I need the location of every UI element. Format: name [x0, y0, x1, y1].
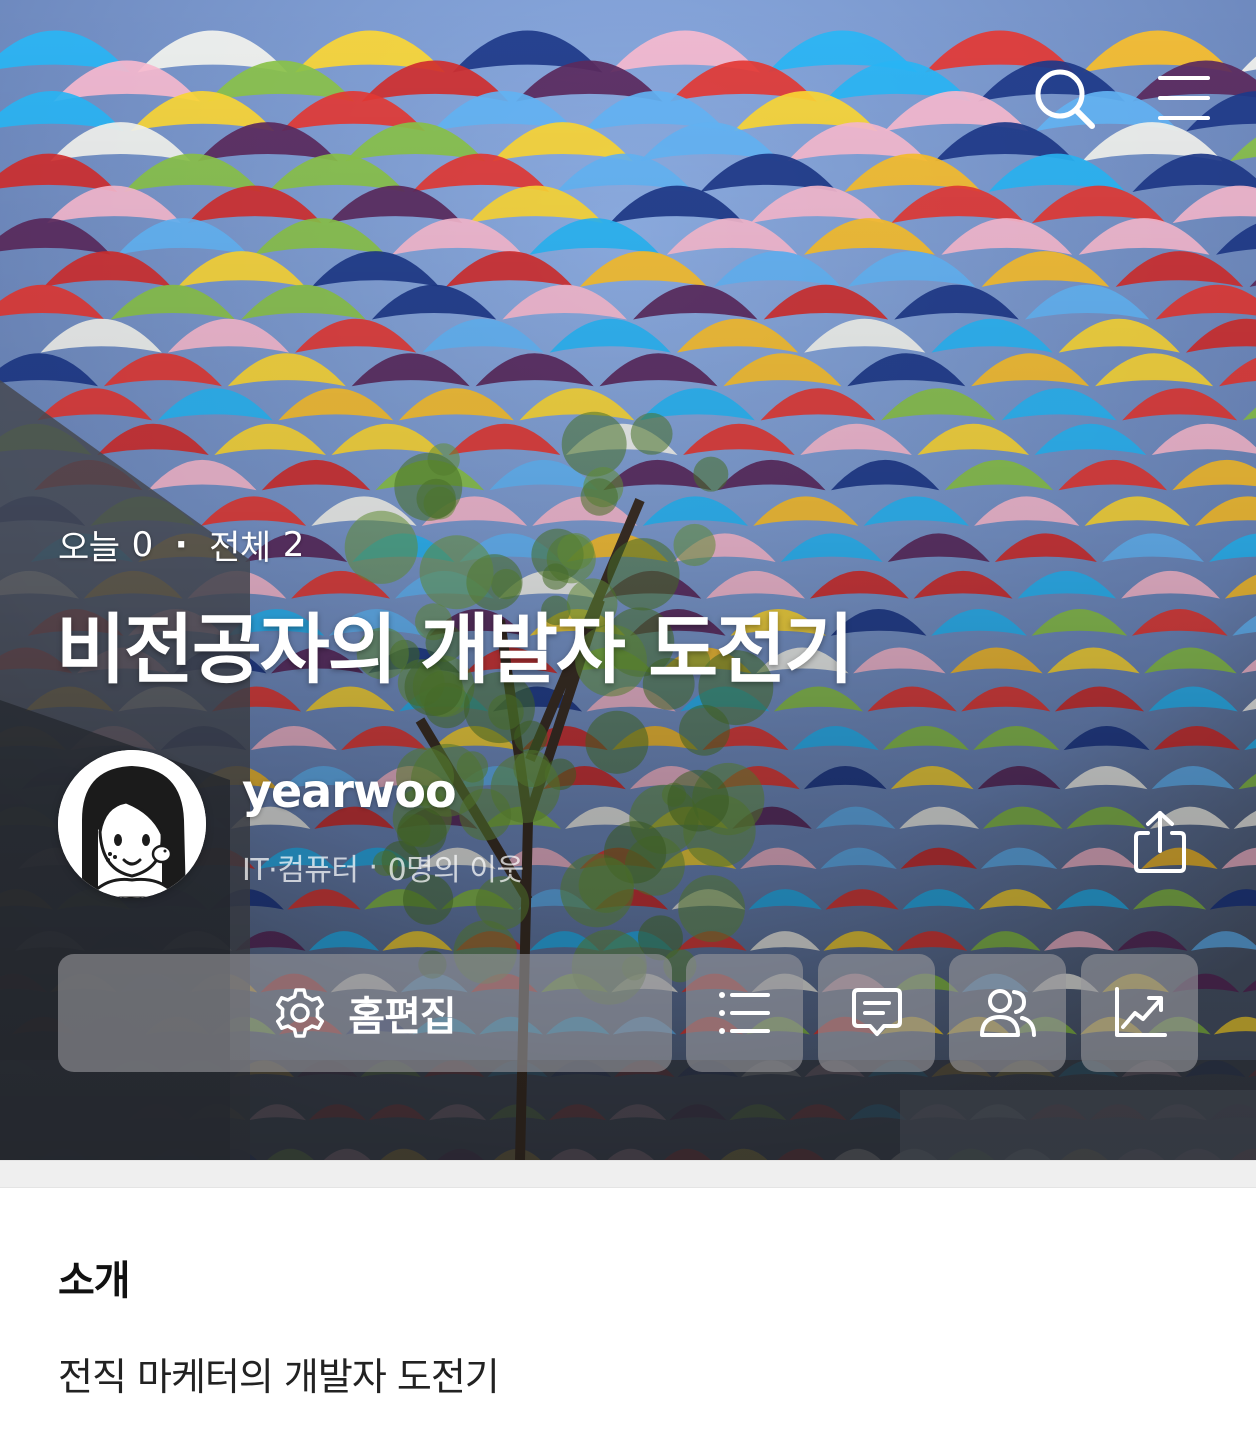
- neighbors-button[interactable]: [949, 954, 1066, 1072]
- gear-icon: [276, 988, 325, 1038]
- blog-title[interactable]: 비전공자의 개발자 도전기: [56, 588, 854, 698]
- visitor-stats: 오늘 0 · 전체 2: [58, 520, 304, 569]
- avatar-illustration: [58, 750, 206, 898]
- section-divider: [0, 1160, 1256, 1188]
- total-count: 2: [282, 524, 305, 565]
- today-label: 오늘: [58, 528, 120, 568]
- neighbors-icon: [979, 989, 1036, 1037]
- intro-text: 전직 마케터의 개발자 도전기: [58, 1355, 500, 1399]
- today-count: 0: [131, 524, 154, 565]
- home-edit-label: 홈편집: [348, 994, 456, 1040]
- comment-icon: [851, 988, 902, 1036]
- stats-separator: ·: [174, 524, 188, 565]
- blog-hero: 오늘 0 · 전체 2 비전공자의 개발자 도전기 yearwoo IT·컴퓨터…: [0, 0, 1256, 1160]
- stats-chart-icon: [1114, 987, 1167, 1037]
- hamburger-menu-icon: [1158, 76, 1210, 120]
- meta-separator: ·: [368, 849, 379, 885]
- statistics-button[interactable]: [1081, 954, 1198, 1072]
- share-button[interactable]: [1124, 806, 1196, 878]
- neighbor-count[interactable]: 0명의 이웃: [388, 845, 525, 889]
- share-icon: [1134, 811, 1186, 873]
- blog-username[interactable]: yearwoo: [242, 764, 457, 818]
- search-button[interactable]: [1028, 62, 1100, 134]
- menu-button[interactable]: [1148, 62, 1220, 134]
- guestbook-button[interactable]: [818, 954, 935, 1072]
- search-icon: [1035, 69, 1095, 129]
- blog-category: IT·컴퓨터: [242, 853, 359, 888]
- blog-meta: IT·컴퓨터 · 0명의 이웃: [242, 845, 524, 889]
- list-icon: [718, 992, 770, 1034]
- home-edit-button[interactable]: 홈편집: [58, 954, 672, 1072]
- post-list-button[interactable]: [686, 954, 803, 1072]
- total-label: 전체: [209, 528, 271, 568]
- intro-heading: 소개: [58, 1258, 131, 1304]
- avatar[interactable]: [58, 750, 206, 898]
